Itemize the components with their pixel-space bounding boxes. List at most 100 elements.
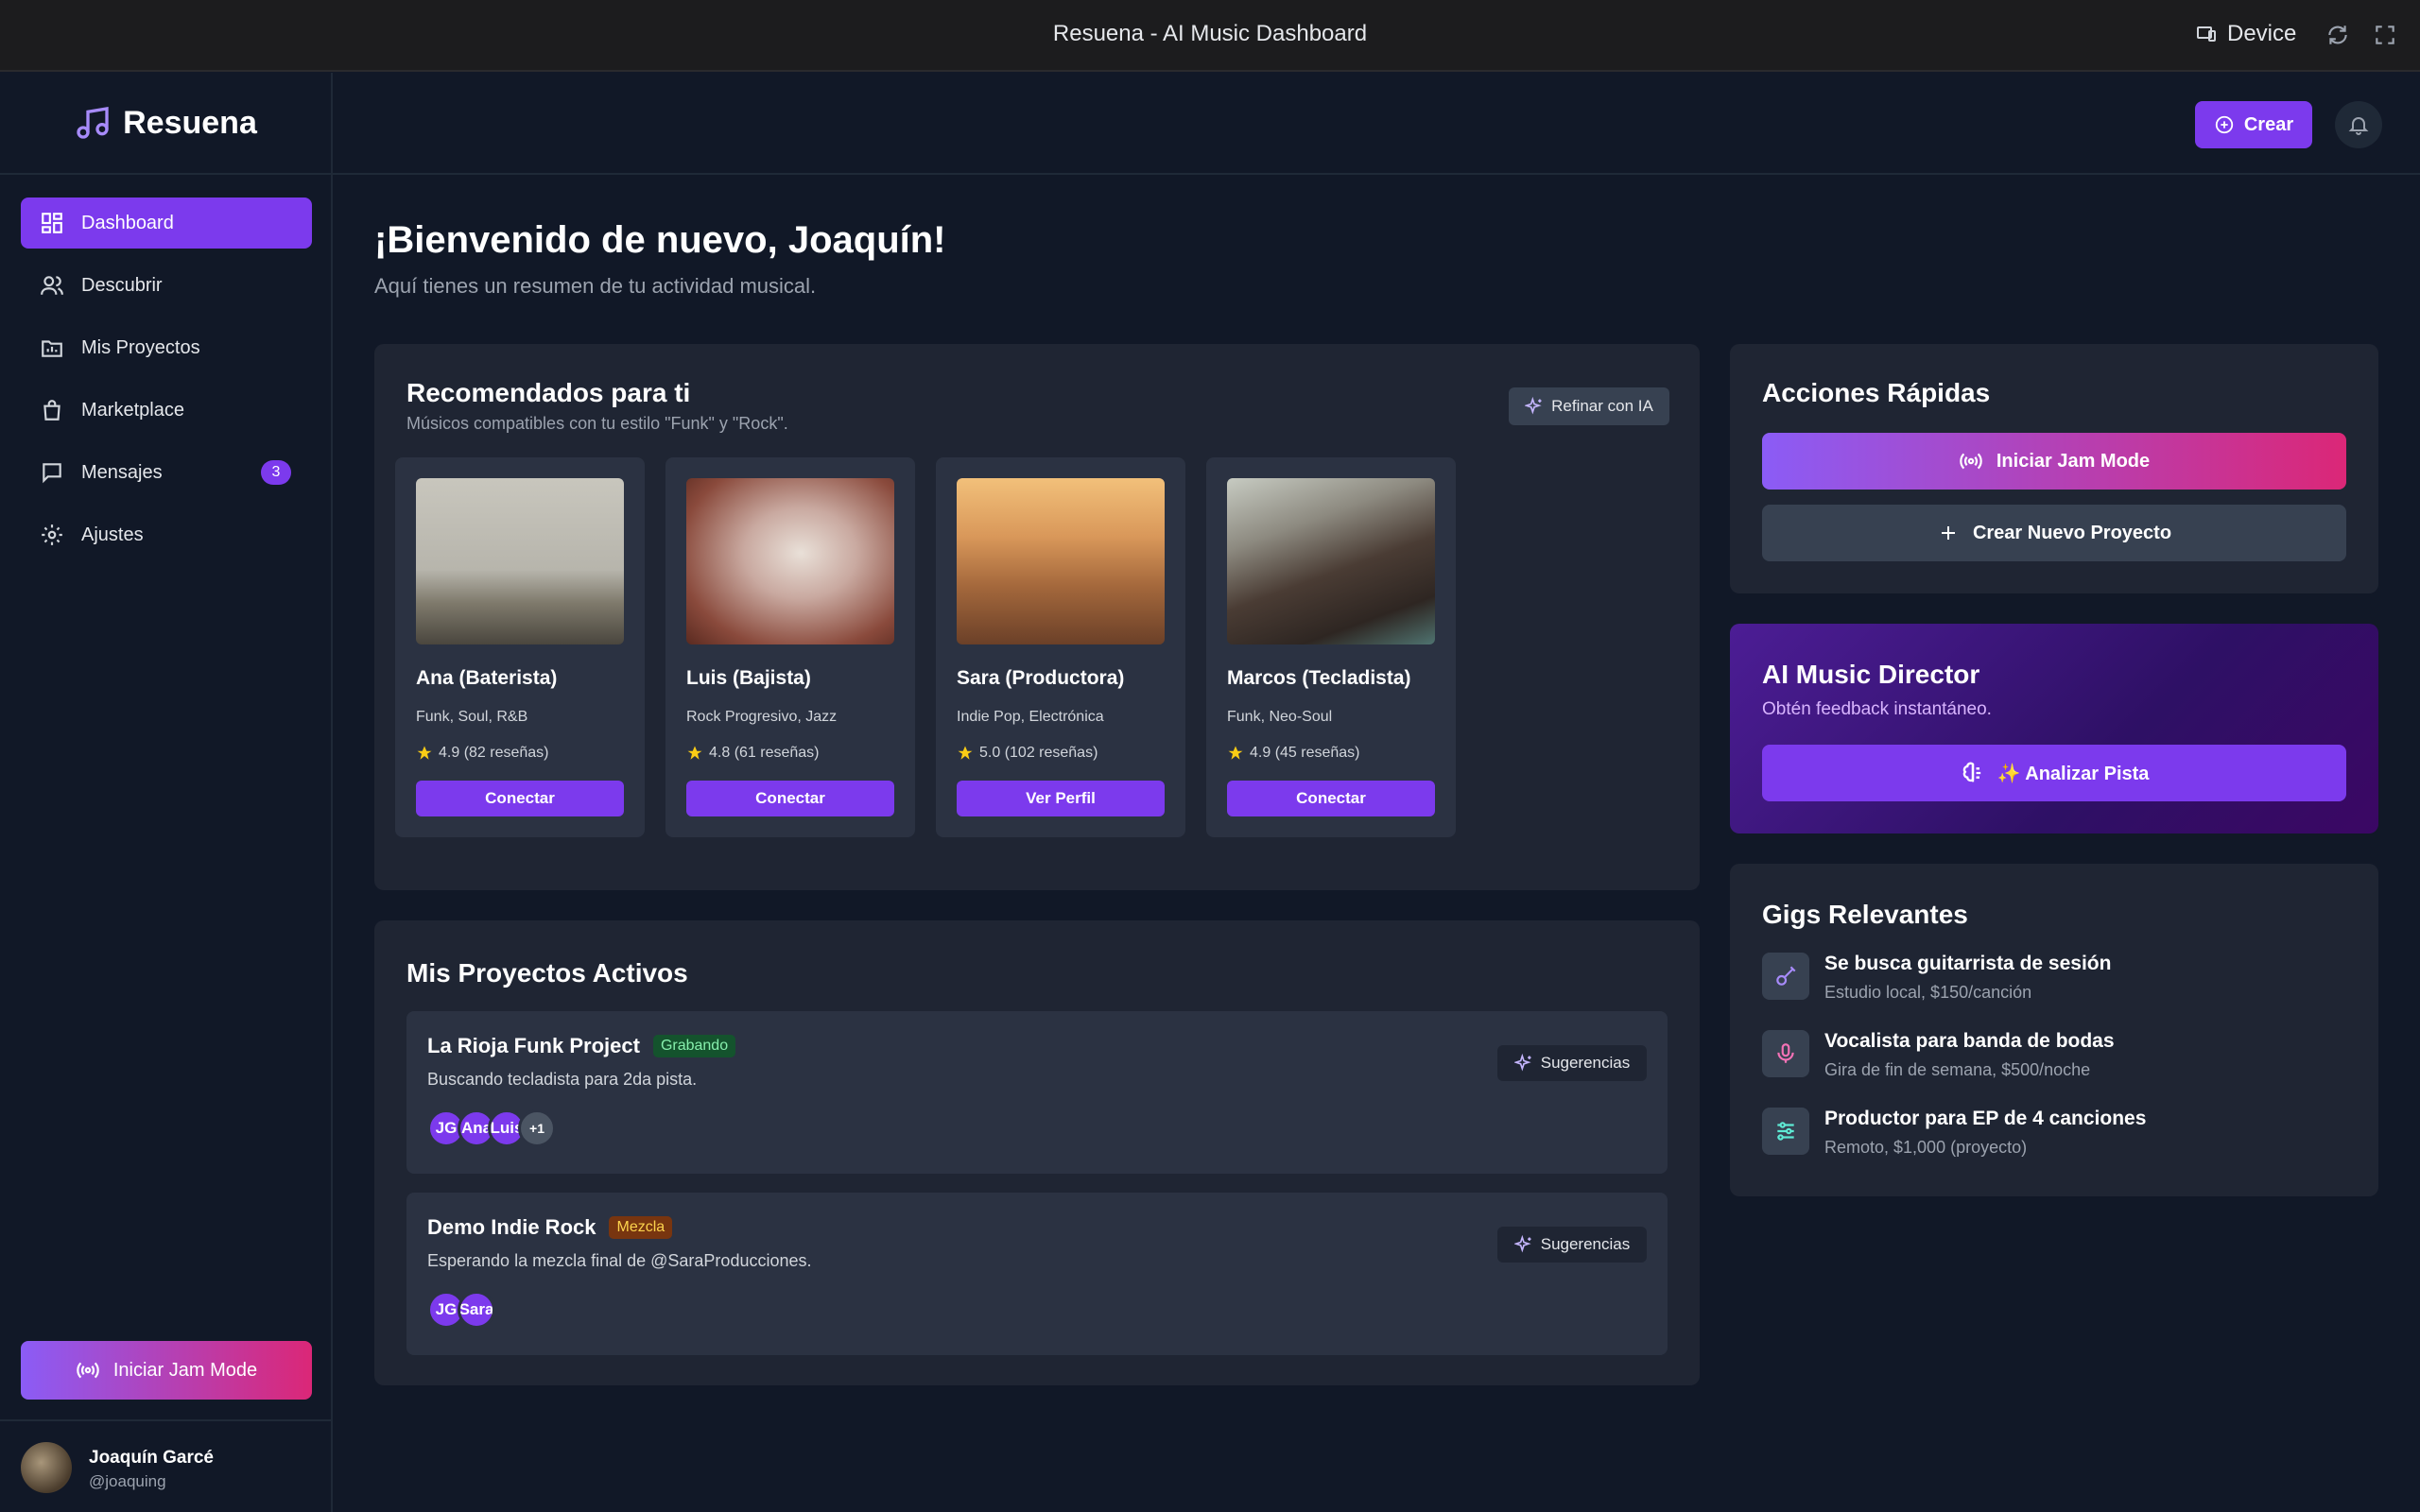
device-label: Device bbox=[2227, 21, 2297, 46]
user-profile[interactable]: Joaquín Garcé @joaquing bbox=[0, 1419, 331, 1512]
musician-name: Sara (Productora) bbox=[957, 667, 1125, 689]
new-project-label: Crear Nuevo Proyecto bbox=[1972, 522, 2172, 543]
music-note-icon bbox=[77, 107, 109, 139]
star-icon bbox=[417, 746, 432, 760]
rotate-icon[interactable] bbox=[2325, 23, 2350, 47]
device-toggle[interactable]: Device bbox=[2195, 21, 2296, 47]
window-title: Resuena - AI Music Dashboard bbox=[1052, 21, 1368, 46]
avatar bbox=[21, 1442, 72, 1493]
analyze-track-label: ✨ Analizar Pista bbox=[1996, 763, 2150, 784]
project-description: Esperando la mezcla final de @SaraProduc… bbox=[427, 1251, 812, 1270]
guitar-icon bbox=[1762, 953, 1809, 1000]
user-name: Joaquín Garcé bbox=[89, 1448, 214, 1468]
sidebar-item-label: Dashboard bbox=[81, 212, 174, 233]
sidebar-item-label: Ajustes bbox=[81, 524, 144, 545]
start-jam-label: Iniciar Jam Mode bbox=[1996, 450, 2151, 472]
gig-detail: Estudio local, $150/canción bbox=[1824, 983, 2032, 1002]
musician-genres: Funk, Soul, R&B bbox=[416, 709, 528, 725]
fullscreen-icon[interactable] bbox=[2373, 23, 2397, 47]
suggestions-button[interactable]: Sugerencias bbox=[1497, 1045, 1647, 1081]
gig-item[interactable]: Productor para EP de 4 canciones Remoto,… bbox=[1762, 1108, 2346, 1164]
sidebar-item-mensajes[interactable]: Mensajes 3 bbox=[21, 447, 312, 498]
gig-title: Vocalista para banda de bodas bbox=[1824, 1030, 2115, 1052]
suggestions-label: Sugerencias bbox=[1540, 1054, 1631, 1072]
project-name: La Rioja Funk Project bbox=[427, 1034, 640, 1057]
gig-title: Se busca guitarrista de sesión bbox=[1824, 953, 2112, 974]
gig-detail: Gira de fin de semana, $500/noche bbox=[1824, 1060, 2091, 1079]
dashboard-icon bbox=[42, 213, 62, 233]
sidebar-item-dashboard[interactable]: Dashboard bbox=[21, 198, 312, 249]
star-icon bbox=[1228, 746, 1243, 760]
gigs-section: Gigs Relevantes Se busca guitarrista de … bbox=[1730, 864, 2378, 1196]
unread-badge: 3 bbox=[261, 460, 291, 485]
project-description: Buscando tecladista para 2da pista. bbox=[427, 1070, 698, 1089]
musician-photo bbox=[1227, 478, 1435, 644]
gigs-title: Gigs Relevantes bbox=[1762, 900, 1968, 929]
sliders-icon bbox=[1762, 1108, 1809, 1155]
musician-genres: Indie Pop, Electrónica bbox=[957, 709, 1104, 725]
suggestions-label: Sugerencias bbox=[1540, 1235, 1631, 1253]
connect-button[interactable]: Conectar bbox=[416, 781, 624, 816]
sidebar-nav: Dashboard Descubrir Mis Proyectos Market… bbox=[21, 198, 312, 572]
star-icon bbox=[687, 746, 702, 760]
status-badge: Grabando bbox=[652, 1035, 736, 1057]
view-profile-button[interactable]: Ver Perfil bbox=[957, 781, 1165, 816]
sidebar-jam-label: Iniciar Jam Mode bbox=[112, 1359, 258, 1381]
bell-icon bbox=[2348, 117, 2369, 135]
gig-detail: Remoto, $1,000 (proyecto) bbox=[1824, 1138, 2028, 1157]
projects-section: Mis Proyectos Activos La Rioja Funk Proj… bbox=[374, 920, 1700, 1385]
create-label: Crear bbox=[2243, 113, 2294, 135]
brand-name: Resuena bbox=[123, 104, 257, 141]
sidebar-item-label: Mis Proyectos bbox=[81, 336, 200, 358]
notifications-button[interactable] bbox=[2335, 101, 2382, 148]
rating-text: 4.9 (82 reseñas) bbox=[439, 745, 549, 761]
recommended-section: Recomendados para ti Músicos compatibles… bbox=[374, 344, 1700, 890]
connect-button[interactable]: Conectar bbox=[686, 781, 894, 816]
page-subtitle: Aquí tienes un resumen de tu actividad m… bbox=[374, 274, 817, 298]
musician-name: Luis (Bajista) bbox=[686, 667, 811, 689]
window-titlebar: Resuena - AI Music Dashboard Device bbox=[0, 0, 2420, 72]
plus-circle-icon bbox=[2215, 115, 2234, 134]
users-icon bbox=[41, 276, 63, 295]
project-row[interactable]: La Rioja Funk Project Grabando Buscando … bbox=[406, 1011, 1668, 1174]
rating-text: 4.8 (61 reseñas) bbox=[709, 745, 820, 761]
sidebar-item-marketplace[interactable]: Marketplace bbox=[21, 385, 312, 436]
project-title: La Rioja Funk Project Grabando bbox=[427, 1034, 736, 1058]
musician-card: Sara (Productora) Indie Pop, Electrónica… bbox=[936, 457, 1185, 837]
broadcast-icon bbox=[77, 1362, 99, 1379]
brand-logo[interactable]: Resuena bbox=[0, 73, 331, 175]
gig-item[interactable]: Se busca guitarrista de sesión Estudio l… bbox=[1762, 953, 2346, 1009]
suggestions-button[interactable]: Sugerencias bbox=[1497, 1227, 1647, 1263]
musician-card: Marcos (Tecladista) Funk, Neo-Soul 4.9 (… bbox=[1206, 457, 1456, 837]
status-badge: Mezcla bbox=[609, 1216, 673, 1239]
gig-title: Productor para EP de 4 canciones bbox=[1824, 1108, 2147, 1129]
sidebar-item-descubrir[interactable]: Descubrir bbox=[21, 260, 312, 311]
sidebar-item-label: Mensajes bbox=[81, 461, 163, 483]
projects-title: Mis Proyectos Activos bbox=[406, 958, 688, 988]
gig-item[interactable]: Vocalista para banda de bodas Gira de fi… bbox=[1762, 1030, 2346, 1087]
refine-ai-button[interactable]: Refinar con IA bbox=[1509, 387, 1669, 425]
sidebar-item-ajustes[interactable]: Ajustes bbox=[21, 509, 312, 560]
avatar-more: +1 bbox=[518, 1109, 556, 1147]
new-project-button[interactable]: Crear Nuevo Proyecto bbox=[1762, 505, 2346, 561]
sidebar-jam-button[interactable]: Iniciar Jam Mode bbox=[21, 1341, 312, 1400]
musician-rating: 4.9 (82 reseñas) bbox=[416, 745, 549, 762]
sidebar-item-mis-proyectos[interactable]: Mis Proyectos bbox=[21, 322, 312, 373]
connect-button[interactable]: Conectar bbox=[1227, 781, 1435, 816]
plus-icon bbox=[1941, 526, 1955, 540]
musician-genres: Rock Progresivo, Jazz bbox=[686, 709, 838, 725]
gear-icon bbox=[42, 524, 62, 545]
analyze-track-button[interactable]: ✨ Analizar Pista bbox=[1762, 745, 2346, 801]
start-jam-button[interactable]: Iniciar Jam Mode bbox=[1762, 433, 2346, 490]
main-header: Crear bbox=[333, 73, 2420, 175]
brain-icon bbox=[1962, 762, 1980, 782]
sparkles-icon bbox=[1513, 1054, 1531, 1072]
musician-rating: 4.8 (61 reseñas) bbox=[686, 745, 820, 762]
musician-photo bbox=[416, 478, 624, 644]
rating-text: 5.0 (102 reseñas) bbox=[979, 745, 1098, 761]
create-button[interactable]: Crear bbox=[2195, 101, 2312, 148]
project-row[interactable]: Demo Indie Rock Mezcla Esperando la mezc… bbox=[406, 1193, 1668, 1355]
sidebar-item-label: Marketplace bbox=[81, 399, 184, 421]
sidebar: Resuena Dashboard Descubrir Mis Proyecto… bbox=[0, 73, 333, 1512]
sparkles-icon bbox=[1513, 1235, 1531, 1253]
